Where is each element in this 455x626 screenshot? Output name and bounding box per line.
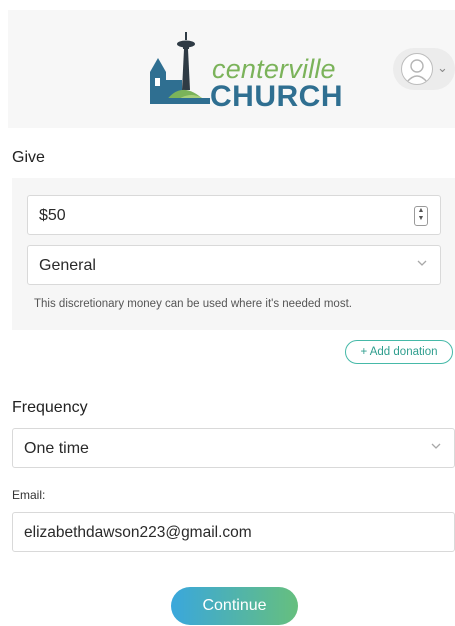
chevron-down-icon: ⌄: [437, 60, 448, 75]
amount-stepper-icon[interactable]: ▲ ▼: [414, 206, 428, 226]
church-logo[interactable]: centerville CHURCH: [146, 28, 343, 118]
give-title: Give: [12, 149, 45, 166]
fund-select[interactable]: General: [27, 245, 441, 285]
email-label: Email:: [12, 488, 46, 502]
amount-input[interactable]: $50 ▲ ▼: [27, 195, 441, 235]
amount-value: $50: [39, 207, 66, 224]
email-value: elizabethdawson223@gmail.com: [24, 524, 252, 541]
donation-page: centerville CHURCH ⌄ Give $50 ▲ ▼ General: [0, 0, 455, 626]
chevron-down-icon: [417, 260, 427, 266]
frequency-select[interactable]: One time: [12, 428, 455, 468]
chevron-down-icon: [431, 443, 441, 449]
fund-value: General: [39, 257, 96, 274]
user-avatar-icon: [406, 59, 428, 83]
continue-button[interactable]: Continue: [171, 587, 298, 625]
logo-text-church: CHURCH: [210, 80, 343, 113]
add-donation-button[interactable]: + Add donation: [345, 340, 453, 364]
header: centerville CHURCH ⌄: [8, 10, 455, 128]
give-panel: $50 ▲ ▼ General This discretionary money …: [12, 178, 455, 330]
fund-description: This discretionary money can be used whe…: [34, 298, 352, 310]
email-field[interactable]: elizabethdawson223@gmail.com: [12, 512, 455, 552]
church-logo-icon: [150, 32, 210, 104]
account-menu-button[interactable]: ⌄: [393, 48, 455, 90]
frequency-title: Frequency: [12, 399, 88, 416]
avatar: [401, 53, 433, 85]
frequency-value: One time: [24, 440, 89, 457]
